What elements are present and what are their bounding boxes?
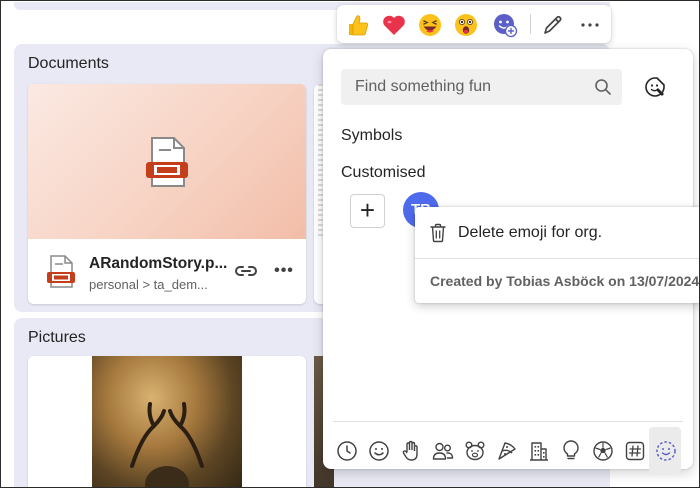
symbols-category-icon[interactable] [623,439,647,463]
animals-category-icon[interactable] [463,439,487,463]
objects-category-icon[interactable] [559,439,583,463]
emoji-search-box [341,69,622,105]
documents-section-title: Documents [28,55,109,72]
more-emoji-icon[interactable] [492,12,518,38]
smileys-category-icon[interactable] [367,439,391,463]
copy-link-icon[interactable] [234,261,258,281]
reaction-bar-divider [530,14,531,34]
reaction-bar [337,5,611,43]
people-category-icon[interactable] [431,439,455,463]
picture-card[interactable] [28,356,306,487]
surprised-emoji-icon[interactable] [453,12,479,38]
document-card[interactable]: ARandomStory.p... personal > ta_dem... •… [28,84,306,304]
powerpoint-file-icon [146,137,188,187]
category-bar-divider [333,421,683,422]
ellipsis-icon[interactable] [577,12,603,38]
add-custom-emoji-button[interactable]: + [350,194,385,228]
sticker-icon[interactable] [643,75,667,99]
document-preview[interactable] [28,84,306,239]
search-icon[interactable] [594,78,612,96]
custom-emoji-context-menu: Delete emoji for org. Created by Tobias … [415,207,700,303]
activities-category-icon[interactable] [591,439,615,463]
laughing-emoji-icon[interactable] [417,12,443,38]
trash-icon [430,223,446,243]
document-file-name[interactable]: ARandomStory.p... [89,255,227,273]
document-card-footer: ARandomStory.p... personal > ta_dem... •… [28,239,306,304]
document-more-options-icon[interactable]: ••• [272,259,296,283]
heart-icon[interactable] [381,12,407,38]
powerpoint-file-icon [47,255,75,288]
emoji-search-input[interactable] [341,69,581,105]
hand-category-icon[interactable] [399,439,423,463]
recent-category-icon[interactable] [335,439,359,463]
delete-emoji-label: Delete emoji for org. [458,224,603,241]
deer-photo-thumbnail[interactable] [92,356,242,487]
app-window: Documents ARandomStory.p... personal > t… [0,0,700,488]
pictures-section-title: Pictures [28,329,86,346]
context-menu-divider [415,258,699,259]
document-file-path: personal > ta_dem... [89,277,208,292]
customised-category-label: Customised [341,164,426,181]
pencil-icon[interactable] [540,12,566,38]
thumbs-up-icon[interactable] [345,12,371,38]
custom-emoji-category-icon[interactable] [654,439,678,463]
buildings-category-icon[interactable] [527,439,551,463]
symbols-category-label: Symbols [341,127,403,144]
antlers-silhouette [130,402,204,487]
emoji-created-by-info: Created by Tobias Asböck on 13/07/2024 [430,273,700,289]
delete-emoji-menu-item[interactable]: Delete emoji for org. [415,215,699,251]
food-category-icon[interactable] [495,439,519,463]
